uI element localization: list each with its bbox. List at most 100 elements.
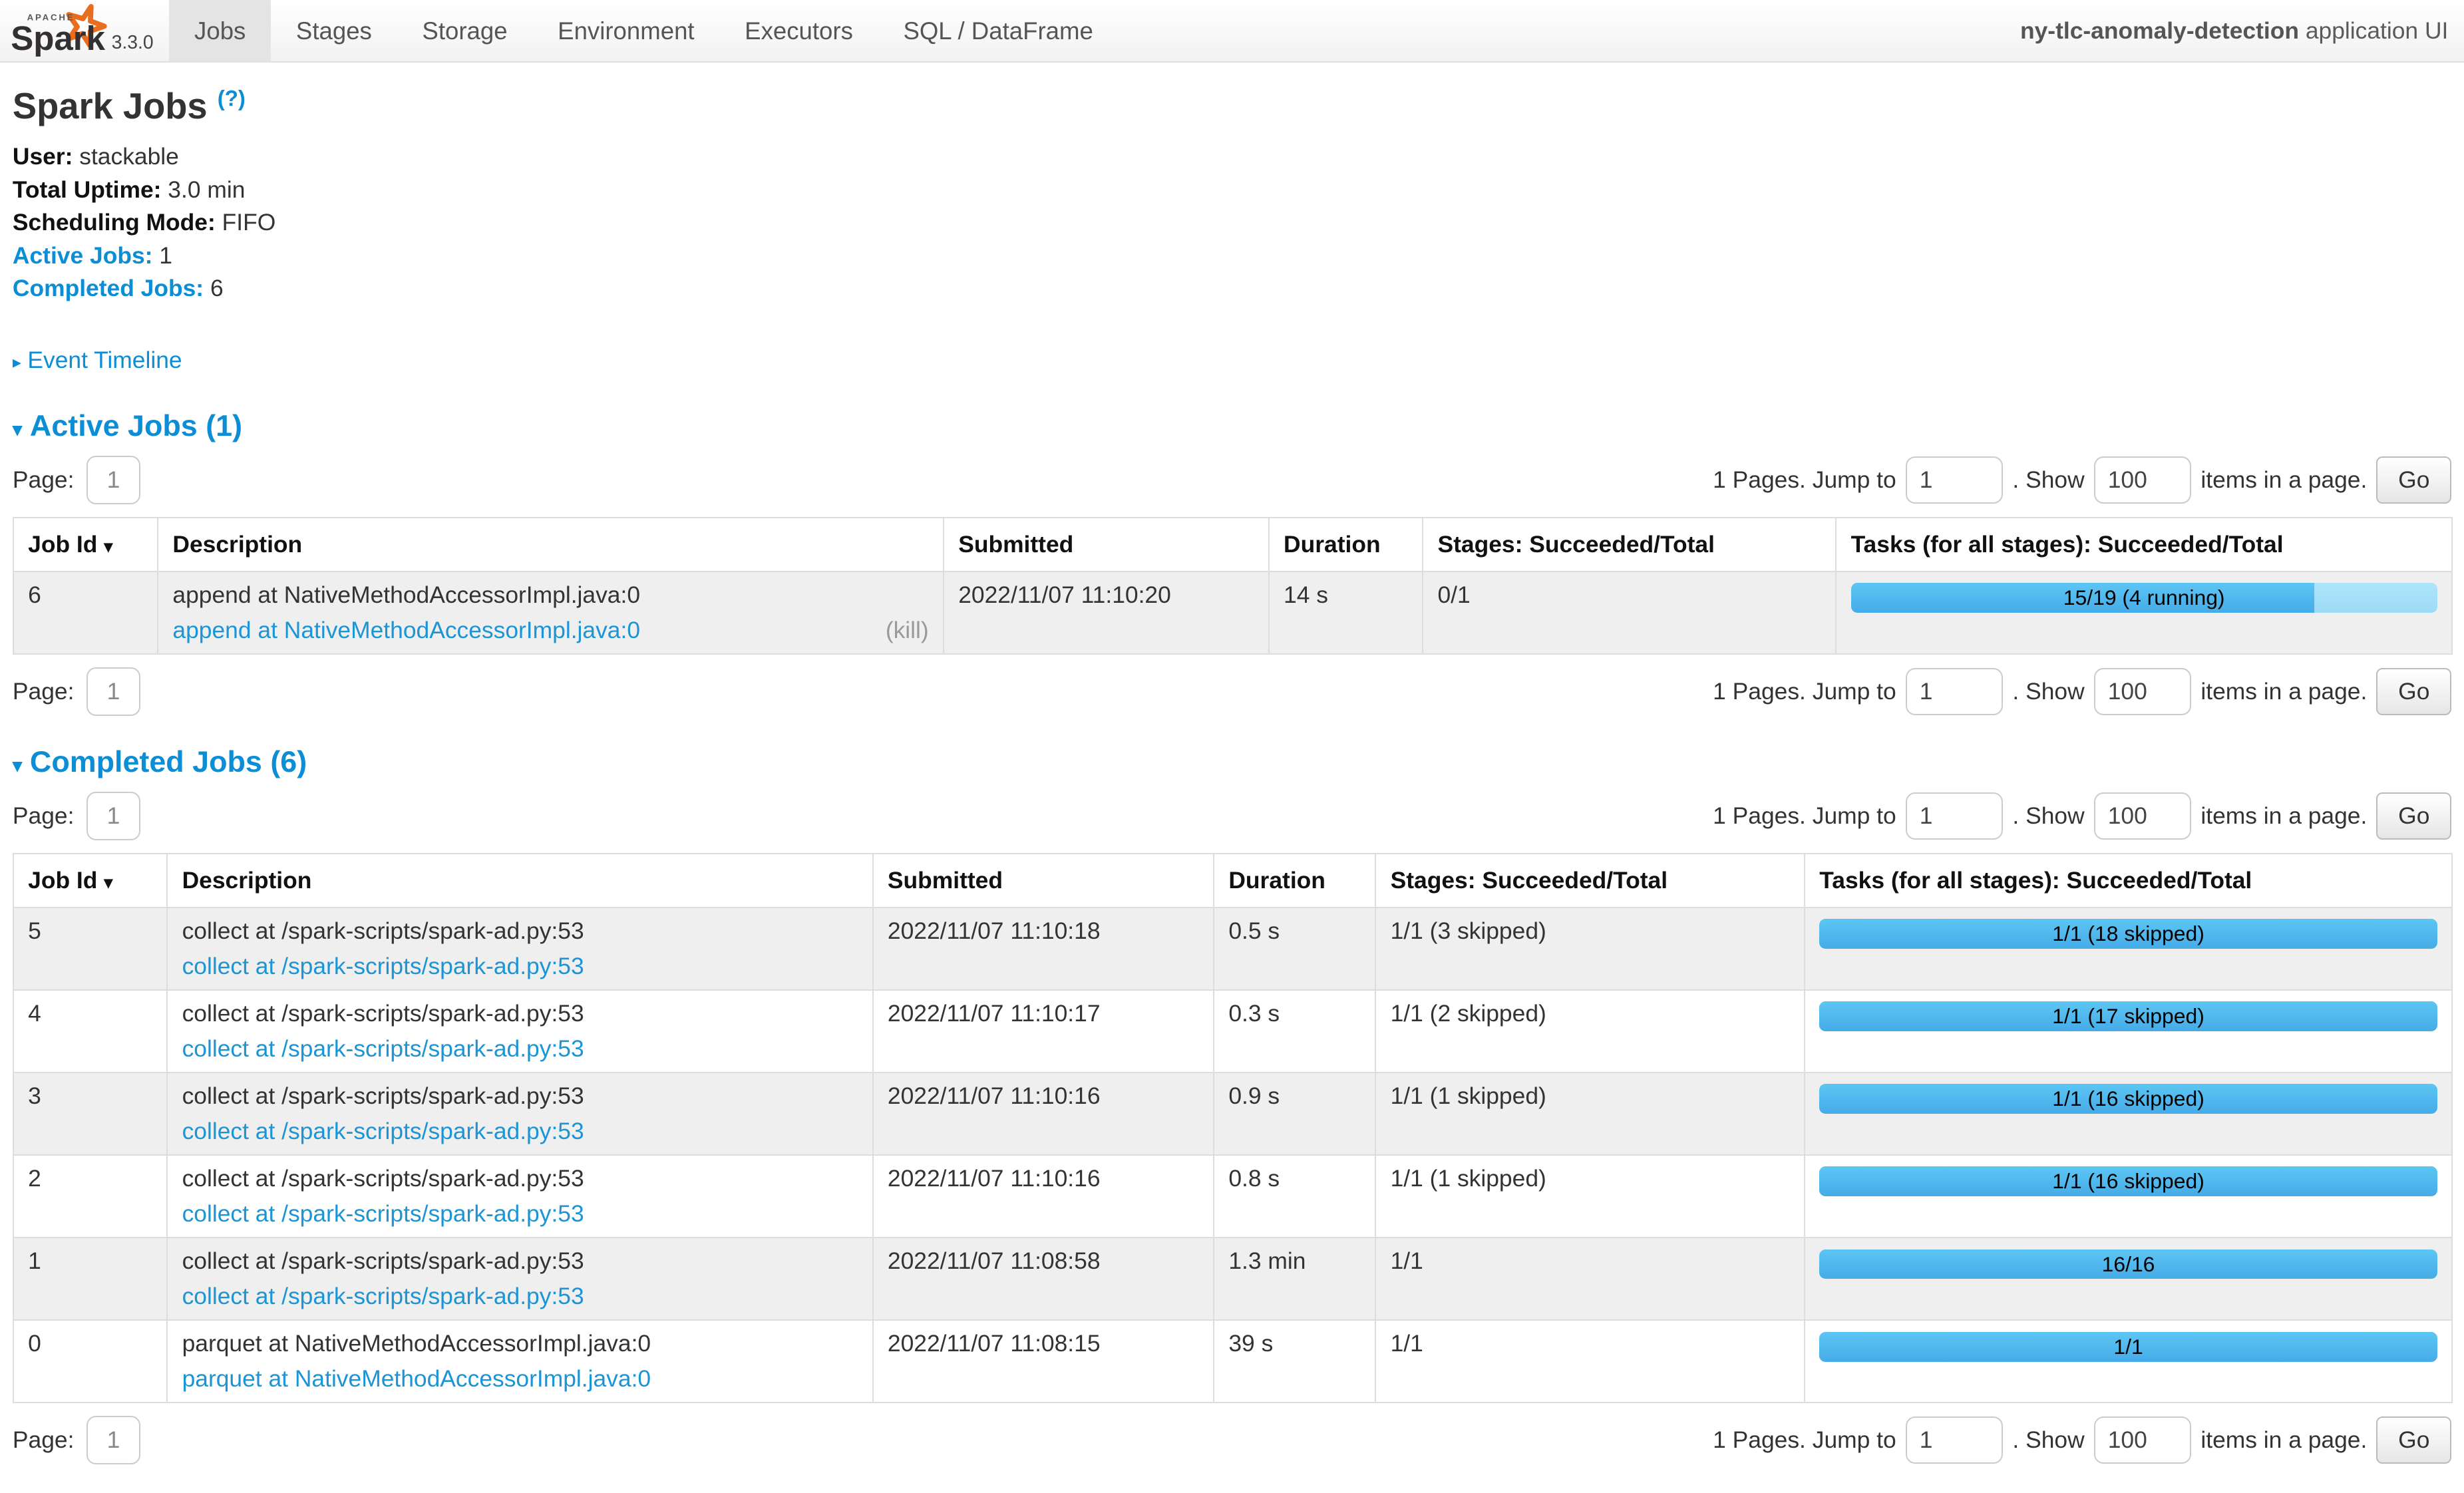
page-number-link[interactable]: 1 — [87, 1416, 140, 1464]
summary-active-jobs: Active Jobs: 1 — [13, 242, 2451, 270]
duration-cell: 0.5 s — [1214, 908, 1375, 990]
submitted-cell: 2022/11/07 11:10:20 — [944, 572, 1269, 654]
active-jobs-pagination-top: Page: 1 1 Pages. Jump to . Show items in… — [13, 456, 2451, 504]
col-header-stages[interactable]: Stages: Succeeded/Total — [1423, 518, 1836, 572]
page-number-link[interactable]: 1 — [87, 456, 140, 504]
col-header-description[interactable]: Description — [158, 518, 944, 572]
submitted-cell: 2022/11/07 11:10:16 — [873, 1155, 1214, 1238]
go-button[interactable]: Go — [2376, 668, 2451, 715]
show-text: . Show — [2012, 466, 2084, 494]
page-number-link[interactable]: 1 — [87, 792, 140, 840]
items-per-page-input[interactable] — [2094, 792, 2191, 840]
submitted-cell: 2022/11/07 11:10:16 — [873, 1073, 1214, 1155]
col-header-duration[interactable]: Duration — [1214, 854, 1375, 908]
spark-version: 3.3.0 — [112, 32, 154, 54]
jump-to-page-input[interactable] — [1906, 456, 2003, 504]
description-cell: parquet at NativeMethodAccessorImpl.java… — [167, 1320, 872, 1403]
job-description-link[interactable]: collect at /spark-scripts/spark-ad.py:53 — [182, 1118, 584, 1145]
job-description-link[interactable]: parquet at NativeMethodAccessorImpl.java… — [182, 1365, 651, 1393]
table-header-row: Job Id ▾ Description Submitted Duration … — [13, 518, 2452, 572]
application-name: ny-tlc-anomaly-detection — [2020, 17, 2299, 44]
table-row: 2 collect at /spark-scripts/spark-ad.py:… — [13, 1155, 2452, 1238]
go-button[interactable]: Go — [2376, 1416, 2451, 1464]
go-button[interactable]: Go — [2376, 456, 2451, 504]
application-title: ny-tlc-anomaly-detection application UI — [2020, 17, 2464, 45]
items-per-page-input[interactable] — [2094, 1416, 2191, 1464]
description-cell: collect at /spark-scripts/spark-ad.py:53… — [167, 908, 872, 990]
expanded-arrow-icon: ▾ — [13, 755, 22, 776]
duration-cell: 0.3 s — [1214, 990, 1375, 1073]
jump-to-page-input[interactable] — [1906, 1416, 2003, 1464]
tab-storage[interactable]: Storage — [397, 0, 533, 61]
tab-jobs[interactable]: Jobs — [169, 0, 271, 61]
progress-label: 15/19 (4 running) — [1851, 583, 2437, 613]
tasks-progress-bar: 1/1 (18 skipped) — [1819, 919, 2437, 949]
kill-link[interactable]: (kill) — [886, 617, 929, 644]
col-header-description[interactable]: Description — [167, 854, 872, 908]
progress-label: 1/1 — [1819, 1332, 2437, 1362]
stages-cell: 1/1 (1 skipped) — [1375, 1155, 1805, 1238]
col-header-job-id[interactable]: Job Id ▾ — [13, 854, 167, 908]
show-text: . Show — [2012, 802, 2084, 830]
stages-cell: 1/1 (2 skipped) — [1375, 990, 1805, 1073]
go-button[interactable]: Go — [2376, 792, 2451, 840]
help-link[interactable]: (?) — [218, 86, 246, 110]
col-header-duration[interactable]: Duration — [1269, 518, 1423, 572]
job-description: append at NativeMethodAccessorImpl.java:… — [172, 581, 928, 609]
job-description-link[interactable]: collect at /spark-scripts/spark-ad.py:53 — [182, 1283, 584, 1310]
summary-uptime: Total Uptime: 3.0 min — [13, 176, 2451, 204]
pages-count-text: 1 Pages. Jump to — [1713, 466, 1896, 494]
tasks-cell: 1/1 — [1805, 1320, 2452, 1403]
col-header-submitted[interactable]: Submitted — [873, 854, 1214, 908]
table-row: 5 collect at /spark-scripts/spark-ad.py:… — [13, 908, 2452, 990]
tab-executors[interactable]: Executors — [719, 0, 878, 61]
job-description-link[interactable]: collect at /spark-scripts/spark-ad.py:53 — [182, 1200, 584, 1228]
jump-to-page-input[interactable] — [1906, 668, 2003, 715]
job-description-link[interactable]: append at NativeMethodAccessorImpl.java:… — [172, 617, 640, 644]
event-timeline-toggle[interactable]: ▸Event Timeline — [13, 347, 182, 374]
pages-count-text: 1 Pages. Jump to — [1713, 802, 1896, 830]
duration-cell: 14 s — [1269, 572, 1423, 654]
job-description: parquet at NativeMethodAccessorImpl.java… — [182, 1330, 858, 1357]
tab-sql-dataframe[interactable]: SQL / DataFrame — [878, 0, 1119, 61]
col-header-tasks[interactable]: Tasks (for all stages): Succeeded/Total — [1805, 854, 2452, 908]
completed-jobs-link[interactable]: Completed Jobs: — [13, 275, 204, 301]
col-header-stages[interactable]: Stages: Succeeded/Total — [1375, 854, 1805, 908]
job-summary: User: stackable Total Uptime: 3.0 min Sc… — [13, 142, 2451, 303]
submitted-cell: 2022/11/07 11:10:18 — [873, 908, 1214, 990]
progress-label: 1/1 (16 skipped) — [1819, 1166, 2437, 1196]
page-title: Spark Jobs (?) — [13, 85, 2451, 127]
spark-logo-image: APACHE Spark — [9, 3, 106, 57]
tasks-progress-bar: 16/16 — [1819, 1249, 2437, 1279]
active-jobs-pagination-bottom: Page: 1 1 Pages. Jump to . Show items in… — [13, 667, 2451, 716]
active-jobs-section-header[interactable]: ▾Active Jobs (1) — [13, 409, 2451, 443]
items-per-page-input[interactable] — [2094, 668, 2191, 715]
tasks-progress-bar: 1/1 (16 skipped) — [1819, 1166, 2437, 1196]
nav-tabs: Jobs Stages Storage Environment Executor… — [169, 0, 1118, 61]
completed-jobs-section-header[interactable]: ▾Completed Jobs (6) — [13, 745, 2451, 779]
col-header-job-id[interactable]: Job Id ▾ — [13, 518, 158, 572]
page-number-link[interactable]: 1 — [87, 667, 140, 716]
collapsed-arrow-icon: ▸ — [13, 352, 21, 372]
jump-to-page-input[interactable] — [1906, 792, 2003, 840]
job-description: collect at /spark-scripts/spark-ad.py:53 — [182, 1082, 858, 1110]
job-description-link[interactable]: collect at /spark-scripts/spark-ad.py:53 — [182, 953, 584, 980]
expanded-arrow-icon: ▾ — [13, 419, 22, 440]
completed-jobs-table: Job Id ▾ Description Submitted Duration … — [13, 853, 2453, 1403]
sort-desc-icon: ▾ — [104, 872, 112, 892]
tasks-cell: 16/16 — [1805, 1238, 2452, 1320]
items-text: items in a page. — [2200, 1426, 2367, 1454]
active-jobs-link[interactable]: Active Jobs: — [13, 242, 153, 269]
show-text: . Show — [2012, 678, 2084, 705]
tab-environment[interactable]: Environment — [532, 0, 719, 61]
table-header-row: Job Id ▾ Description Submitted Duration … — [13, 854, 2452, 908]
navbar: APACHE Spark 3.3.0 Jobs Stages Storage E… — [0, 0, 2464, 63]
completed-jobs-pagination-top: Page: 1 1 Pages. Jump to . Show items in… — [13, 792, 2451, 840]
col-header-submitted[interactable]: Submitted — [944, 518, 1269, 572]
items-per-page-input[interactable] — [2094, 456, 2191, 504]
table-row: 3 collect at /spark-scripts/spark-ad.py:… — [13, 1073, 2452, 1155]
job-description-link[interactable]: collect at /spark-scripts/spark-ad.py:53 — [182, 1035, 584, 1063]
tab-stages[interactable]: Stages — [271, 0, 397, 61]
col-header-tasks[interactable]: Tasks (for all stages): Succeeded/Total — [1836, 518, 2452, 572]
description-cell: collect at /spark-scripts/spark-ad.py:53… — [167, 1155, 872, 1238]
